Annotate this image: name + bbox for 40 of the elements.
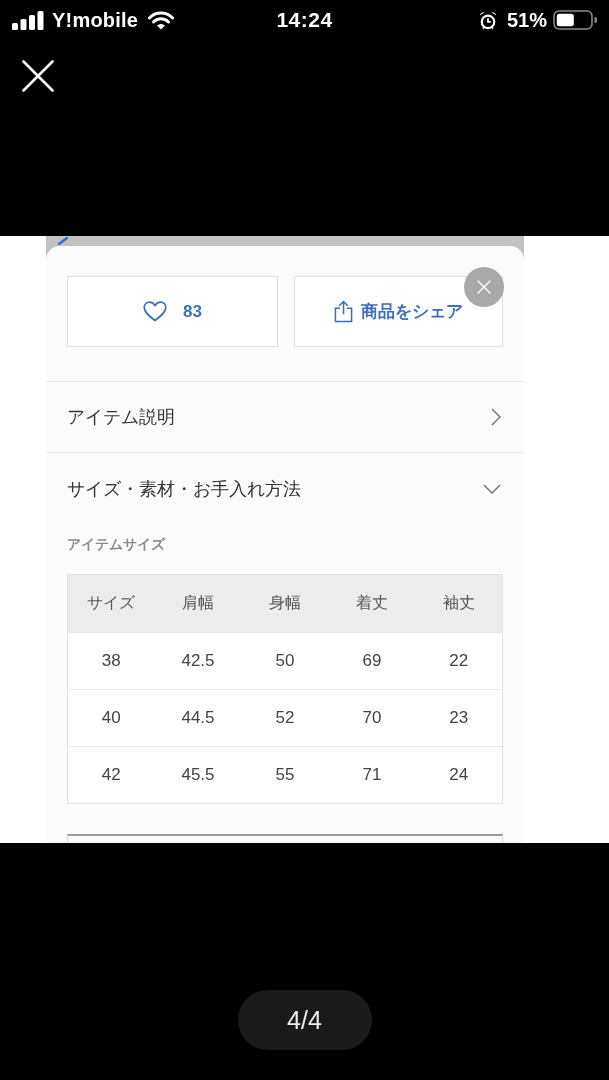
- accordion-row[interactable]: アイテム説明: [46, 382, 524, 453]
- page-indicator: 4/4: [237, 990, 372, 1050]
- table-cell: 22: [415, 632, 503, 690]
- column-header: 肩幅: [154, 574, 242, 633]
- carrier-name: Y!mobile: [52, 8, 139, 32]
- table-cell: 23: [415, 689, 503, 747]
- table-cell: 52: [241, 689, 329, 747]
- table-cell: 42.5: [154, 632, 242, 690]
- table-cell: 45.5: [154, 746, 242, 804]
- column-header: 袖丈: [415, 574, 503, 633]
- table-cell: 55: [241, 746, 329, 804]
- like-count: 83: [183, 301, 202, 322]
- table-cell: 44.5: [154, 689, 242, 747]
- close-icon: [22, 60, 54, 92]
- column-header: サイズ: [67, 574, 155, 633]
- wifi-icon: [148, 10, 175, 30]
- battery-percent: 51%: [506, 8, 547, 32]
- share-icon: [334, 300, 353, 323]
- alarm-clock-icon: [478, 10, 497, 30]
- heart-icon: [143, 301, 168, 322]
- table-cell: 50: [241, 632, 329, 690]
- column-header: 着丈: [328, 574, 416, 633]
- table-cell: 69: [328, 632, 416, 690]
- battery-icon: [553, 10, 597, 30]
- close-icon: [477, 280, 491, 294]
- table-cell: 70: [328, 689, 416, 747]
- like-button[interactable]: 83: [67, 276, 278, 347]
- column-header: 身幅: [241, 574, 329, 633]
- table-cell: 42: [67, 746, 155, 804]
- size-table-title: アイテムサイズ: [67, 535, 167, 554]
- slash-icon: [58, 237, 68, 245]
- table-cell: 71: [328, 746, 416, 804]
- table-cell: 40: [67, 689, 155, 747]
- close-button[interactable]: [22, 60, 54, 92]
- status-time: 14:24: [276, 8, 333, 32]
- table-cell: 38: [67, 632, 155, 690]
- accordion-row[interactable]: サイズ・素材・お手入れ方法: [46, 453, 524, 524]
- signal-icon: [12, 10, 44, 30]
- share-button[interactable]: 商品をシェア: [294, 276, 503, 347]
- table-cell: 24: [415, 746, 503, 804]
